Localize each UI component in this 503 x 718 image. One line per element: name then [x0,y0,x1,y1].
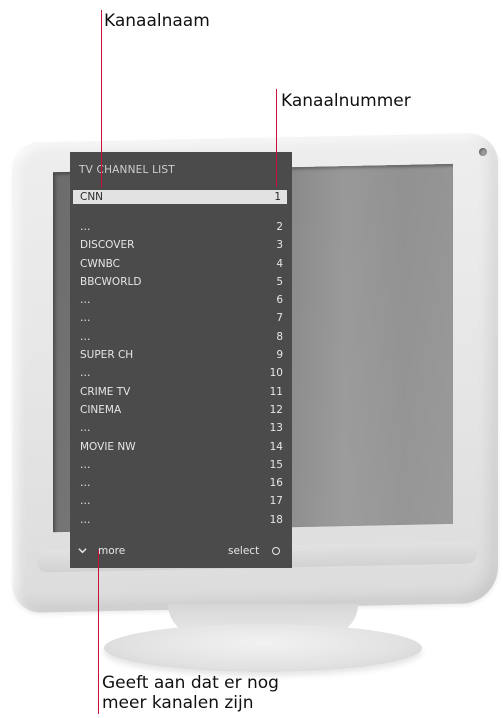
channel-name: … [80,294,91,307]
more-indicator-leader-line [98,550,99,714]
channel-number: 15 [269,458,283,471]
channel-row[interactable]: BBCWORLD 5 [80,273,283,291]
channel-number: 11 [269,385,283,398]
channel-name: … [80,330,91,343]
channel-number: 6 [276,294,283,307]
channel-name: DISCOVER [80,239,135,252]
screen-reflection [285,164,405,528]
channel-name: … [80,367,91,380]
channel-row[interactable]: … 17 [80,492,283,510]
channel-number: 17 [269,495,283,508]
tv-channel-list-menu: TV CHANNEL LIST CNN 1 … 2 DISCOVER 3 CWNBC… [70,152,292,568]
channel-number: 7 [276,312,283,325]
select-label: select [228,545,260,557]
channel-rows: … 2 DISCOVER 3 CWNBC 4 BBCWORLD 5 … 6 … 7 … 8 S… [80,218,283,529]
channel-number: 18 [269,513,283,526]
channel-name: … [80,312,91,325]
channel-name-callout: Kanaalnaam [104,11,210,31]
channel-name: CRIME TV [80,385,131,398]
channel-number: 3 [276,239,283,252]
channel-number-callout: Kanaalnummer [281,91,411,111]
channel-row[interactable]: … 8 [80,328,283,346]
channel-number: 5 [276,275,283,288]
channel-name-leader-line [101,10,102,188]
channel-row[interactable]: … 16 [80,474,283,492]
channel-name: … [80,495,91,508]
channel-number-leader-line [276,89,277,187]
channel-name: CINEMA [80,403,122,416]
more-indicator-callout-line2: meer kanalen zijn [102,693,254,713]
monitor-sensor-icon [479,148,487,156]
channel-row[interactable]: CRIME TV 11 [80,383,283,401]
channel-number: 12 [269,403,283,416]
more-indicator-callout-line1: Geeft aan dat er nog [102,673,279,693]
channel-number: 14 [269,440,283,453]
channel-name: SUPER CH [80,349,134,362]
channel-row[interactable]: CINEMA 12 [80,401,283,419]
channel-name: MOVIE NW [80,440,136,453]
channel-name: CNN [80,191,104,203]
channel-row[interactable]: … 15 [80,456,283,474]
channel-row[interactable]: … 18 [80,511,283,529]
menu-footer: more select [70,541,292,561]
channel-row[interactable]: … 7 [80,309,283,327]
channel-row[interactable]: … 2 [80,218,283,236]
channel-number: 4 [276,257,283,270]
menu-title: TV CHANNEL LIST [79,164,175,176]
channel-name: … [80,422,91,435]
more-label: more [98,545,126,557]
channel-row[interactable]: SUPER CH 9 [80,346,283,364]
circle-icon[interactable] [272,547,280,555]
monitor-stand-base [104,624,422,672]
channel-name: BBCWORLD [80,275,142,288]
channel-number: 16 [269,477,283,490]
channel-name: … [80,513,91,526]
channel-number: 9 [276,349,283,362]
channel-name: … [80,458,91,471]
channel-number: 8 [276,330,283,343]
channel-name: CWNBC [80,257,120,270]
chevron-down-icon[interactable] [78,546,87,555]
channel-row[interactable]: DISCOVER 3 [80,236,283,254]
channel-name: … [80,221,91,233]
channel-name: … [80,477,91,490]
channel-row[interactable]: CWNBC 4 [80,255,283,273]
channel-row[interactable]: … 13 [80,419,283,437]
channel-row[interactable]: … 6 [80,291,283,309]
channel-number: 13 [269,422,283,435]
channel-number: 1 [274,191,281,203]
channel-number: 2 [276,221,283,233]
channel-number: 10 [269,367,283,380]
selected-channel-row[interactable]: CNN 1 [73,190,287,204]
channel-row[interactable]: … 10 [80,364,283,382]
channel-row[interactable]: MOVIE NW 14 [80,438,283,456]
